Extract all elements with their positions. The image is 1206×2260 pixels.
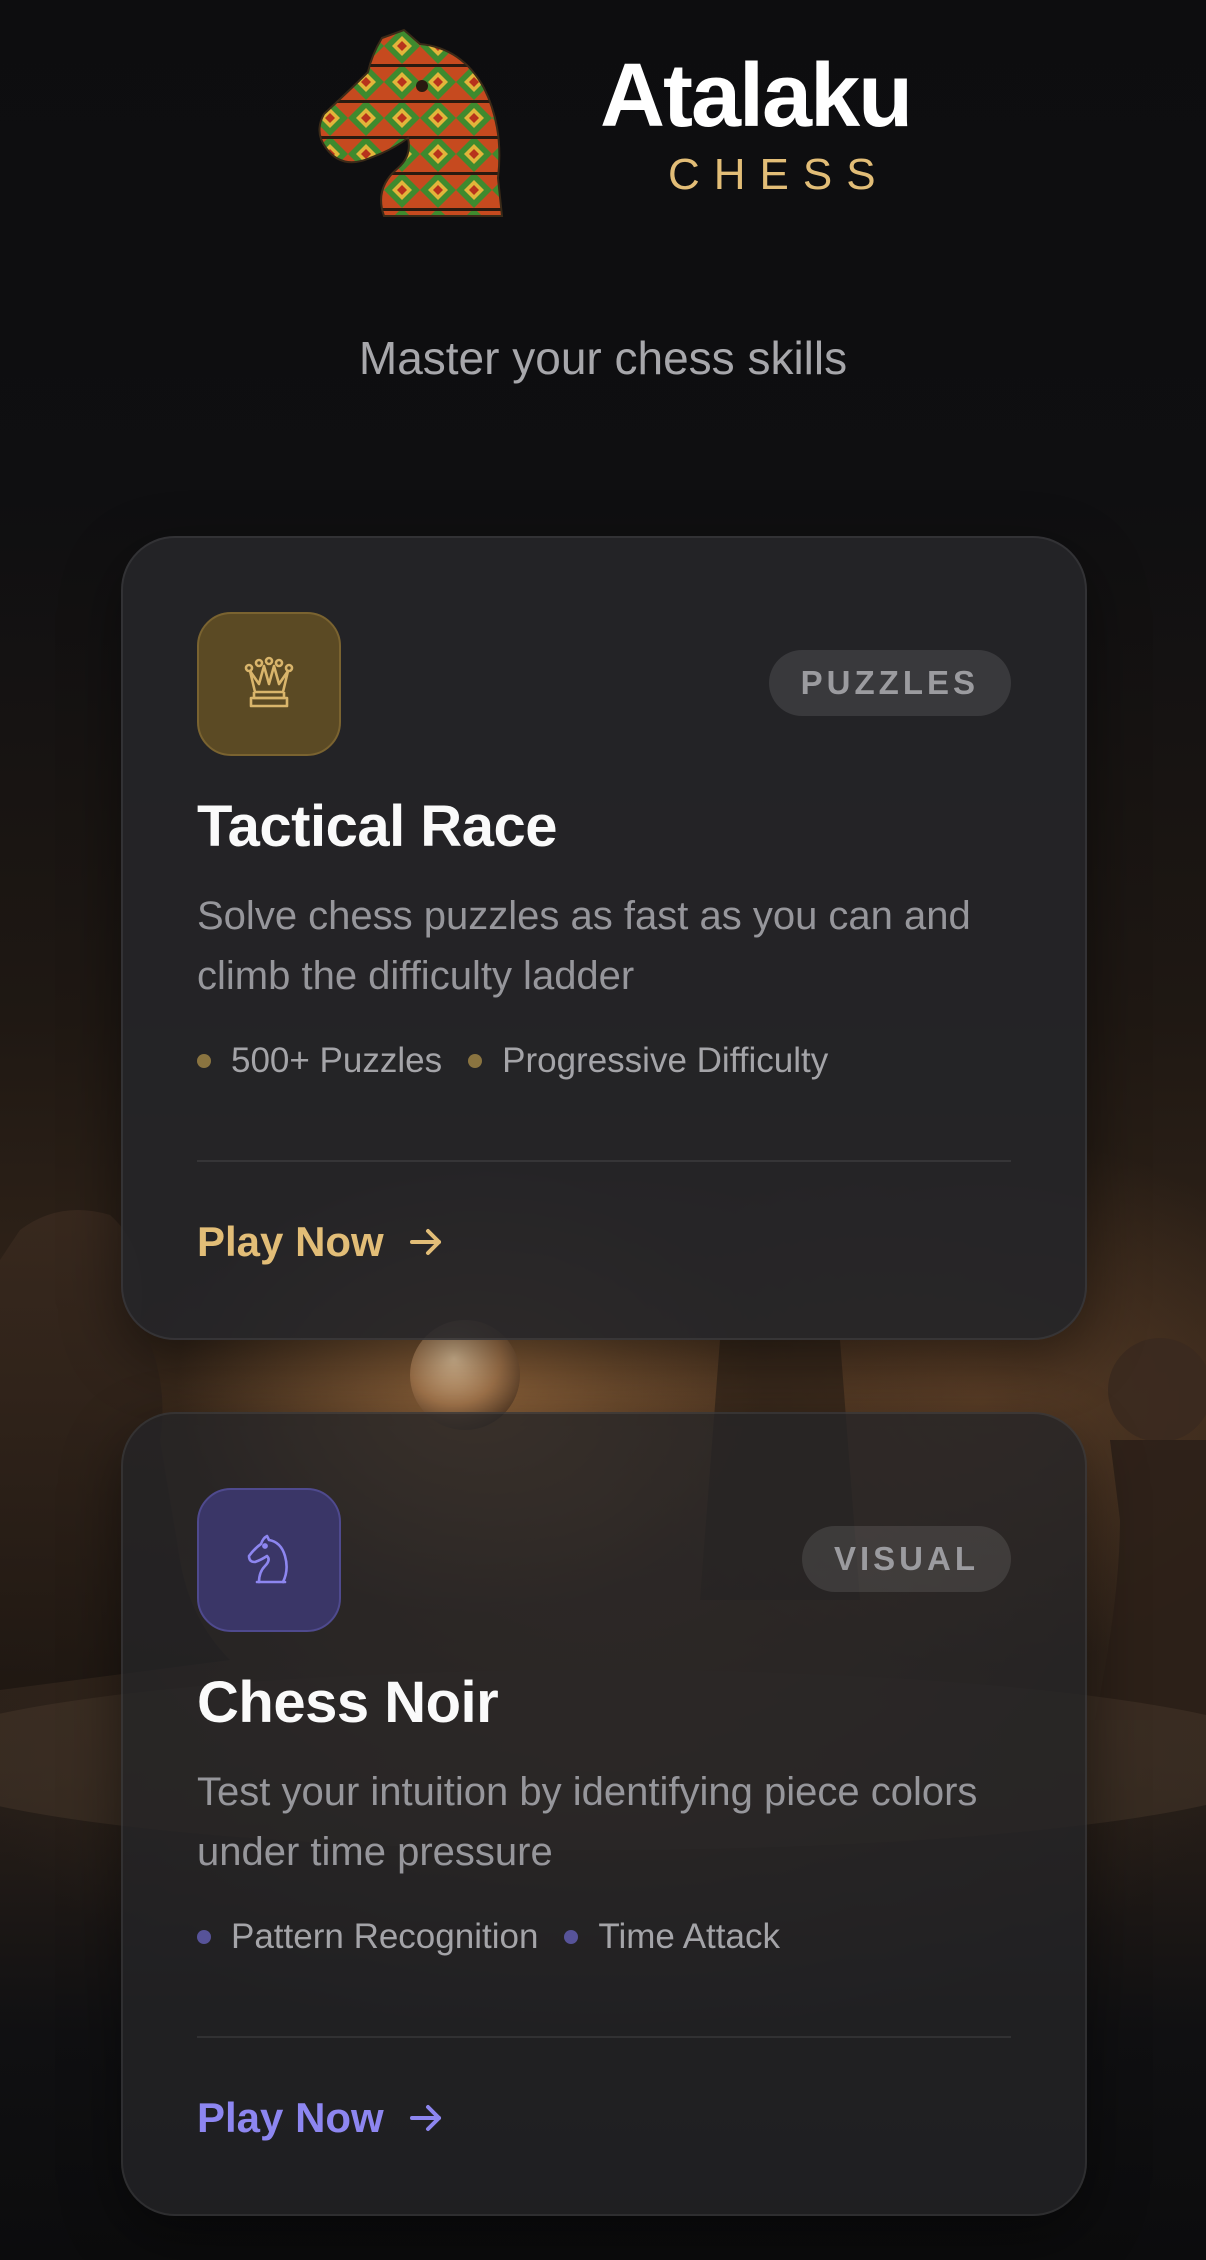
play-now-label: Play Now (197, 1218, 384, 1265)
brand-subtitle: CHESS (668, 150, 890, 199)
feature-label: Progressive Difficulty (502, 1041, 829, 1080)
card-divider (197, 2036, 1011, 2038)
card-title: Tactical Race (197, 794, 557, 859)
card-description: Solve chess puzzles as fast as you can a… (197, 894, 971, 998)
bullet-dot (197, 1930, 211, 1944)
game-card-chess-noir[interactable]: VISUAL Chess Noir Test your intuition by… (121, 1412, 1087, 2216)
brand-name: Atalaku (600, 46, 913, 146)
arrow-right-icon (409, 2105, 441, 2131)
feature-item: 500+ Puzzles (197, 1038, 442, 1084)
bullet-dot (468, 1054, 483, 1068)
play-now-label: Play Now (197, 2094, 384, 2141)
knight-icon (197, 1488, 341, 1632)
card-title: Chess Noir (197, 1670, 499, 1735)
app-header: Atalaku CHESS (0, 0, 1206, 230)
game-card-tactical-race[interactable]: PUZZLES Tactical Race Solve chess puzzle… (121, 536, 1087, 1340)
play-now-button[interactable]: Play Now (197, 1214, 446, 1270)
feature-item: Progressive Difficulty (468, 1038, 828, 1084)
arrow-right-icon (409, 1229, 441, 1255)
feature-list: 500+ Puzzles Progressive Difficulty (197, 1038, 828, 1084)
feature-item: Time Attack (564, 1914, 780, 1960)
feature-list: Pattern Recognition Time Attack (197, 1914, 780, 1960)
bullet-dot (197, 1054, 211, 1068)
knight-logo-icon (312, 28, 510, 218)
play-now-button[interactable]: Play Now (197, 2090, 446, 2146)
category-badge: PUZZLES (768, 650, 1011, 716)
feature-label: Pattern Recognition (231, 1917, 539, 1956)
feature-label: Time Attack (598, 1917, 780, 1956)
feature-item: Pattern Recognition (197, 1914, 538, 1960)
card-description: Test your intuition by identifying piece… (197, 1770, 978, 1874)
category-badge: VISUAL (801, 1526, 1011, 1592)
card-divider (197, 1160, 1011, 1162)
tagline: Master your chess skills (358, 332, 848, 384)
bullet-dot (564, 1930, 579, 1944)
queen-icon (197, 612, 341, 756)
feature-label: 500+ Puzzles (231, 1041, 443, 1080)
